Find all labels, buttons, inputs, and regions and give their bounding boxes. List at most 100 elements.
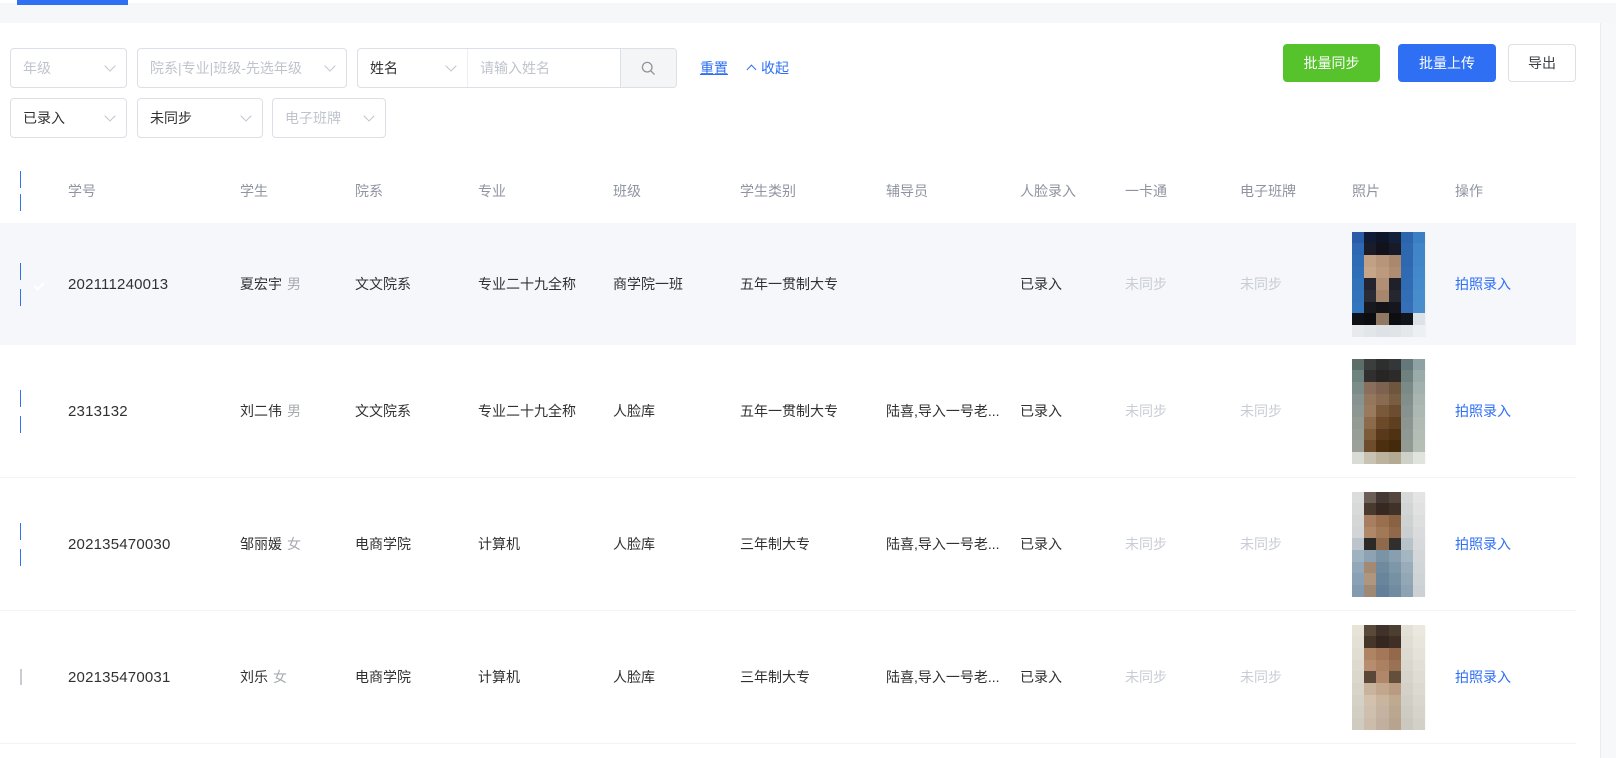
cell-counselor: 陆喜,导入一号老...	[886, 669, 1000, 685]
grade-select-placeholder: 年级	[23, 60, 51, 76]
cell-department: 文文院系	[355, 276, 411, 292]
table-row: 2313132 刘二伟男 文文院系 专业二十九全称 人脸库 五年一贯制大专 陆喜…	[0, 345, 1576, 478]
cell-face-status: 已录入	[1020, 536, 1062, 552]
table-body: 202111240013 夏宏宇男 文文院系 专业二十九全称 商学院一班 五年一…	[0, 223, 1576, 744]
cell-class: 人脸库	[613, 669, 655, 685]
select-all-checkbox[interactable]	[20, 171, 58, 211]
entry-status-value: 已录入	[23, 110, 65, 126]
reset-link[interactable]: 重置	[700, 58, 728, 78]
row-checkbox[interactable]	[20, 262, 58, 306]
chevron-down-icon	[104, 60, 116, 72]
student-name: 刘二伟	[240, 403, 282, 419]
batch-sync-button[interactable]: 批量同步	[1283, 44, 1380, 82]
column-header: 班级	[613, 183, 641, 199]
tab-bar-strip	[0, 3, 1616, 23]
column-header: 人脸录入	[1020, 183, 1076, 199]
name-field-select[interactable]: 姓名	[358, 49, 468, 87]
student-gender: 女	[287, 536, 301, 552]
student-gender: 男	[287, 276, 301, 292]
cell-student-type: 五年一贯制大专	[740, 276, 838, 292]
student-name: 邹丽媛	[240, 536, 282, 552]
cell-department: 电商学院	[355, 536, 411, 552]
column-header: 学生类别	[740, 183, 796, 199]
cell-face-status: 已录入	[1020, 669, 1062, 685]
cell-eclass-status: 未同步	[1240, 536, 1282, 552]
export-button[interactable]: 导出	[1508, 44, 1576, 82]
cell-student-type: 三年制大专	[740, 669, 810, 685]
collapse-link-label: 收起	[761, 60, 789, 76]
row-checkbox[interactable]	[20, 389, 58, 433]
cell-card-status: 未同步	[1125, 536, 1167, 552]
capture-photo-link[interactable]: 拍照录入	[1455, 669, 1511, 685]
cell-student: 刘乐女	[240, 667, 355, 687]
column-header: 照片	[1352, 183, 1380, 199]
cell-department: 文文院系	[355, 403, 411, 419]
batch-upload-button[interactable]: 批量上传	[1398, 44, 1496, 82]
sync-status-select[interactable]: 未同步	[137, 98, 263, 138]
column-header: 学生	[240, 183, 268, 199]
cell-class: 人脸库	[613, 403, 655, 419]
student-face-management-page: 年级 院系|专业|班级-先选年级 姓名 重置 收起 批量同步 批量上传 导出 已…	[0, 0, 1616, 758]
cell-student: 刘二伟男	[240, 401, 355, 421]
row-checkbox[interactable]	[20, 669, 22, 685]
student-name: 刘乐	[240, 669, 268, 685]
cell-card-status: 未同步	[1125, 276, 1167, 292]
chevron-down-icon	[363, 110, 375, 122]
cell-eclass-status: 未同步	[1240, 276, 1282, 292]
cell-major: 专业二十九全称	[478, 276, 576, 292]
filter-links: 重置 收起	[700, 48, 789, 88]
name-search-input[interactable]	[468, 49, 620, 87]
column-header: 学号	[68, 183, 96, 199]
active-tab-indicator	[17, 0, 128, 5]
table-row: 202135470031 刘乐女 电商学院 计算机 人脸库 三年制大专 陆喜,导…	[0, 611, 1576, 744]
table-row: 202111240013 夏宏宇男 文文院系 专业二十九全称 商学院一班 五年一…	[0, 223, 1576, 345]
search-button[interactable]	[620, 49, 676, 87]
department-cascade-select[interactable]: 院系|专业|班级-先选年级	[137, 48, 347, 88]
cell-counselor: 陆喜,导入一号老...	[886, 403, 1000, 419]
column-header: 院系	[355, 183, 383, 199]
chevron-down-icon	[104, 110, 116, 122]
grade-select[interactable]: 年级	[10, 48, 127, 88]
cell-student-id: 202135470030	[68, 535, 171, 553]
chevron-down-icon	[240, 110, 252, 122]
chevron-down-icon	[324, 60, 336, 72]
student-gender: 男	[287, 403, 301, 419]
cell-card-status: 未同步	[1125, 669, 1167, 685]
column-header: 专业	[478, 183, 506, 199]
student-photo[interactable]	[1352, 624, 1425, 730]
cell-face-status: 已录入	[1020, 403, 1062, 419]
column-header: 电子班牌	[1240, 183, 1296, 199]
cell-student: 邹丽媛女	[240, 534, 355, 554]
cell-department: 电商学院	[355, 669, 411, 685]
eclass-select[interactable]: 电子班牌	[272, 98, 386, 138]
cell-face-status: 已录入	[1020, 276, 1062, 292]
column-header: 操作	[1455, 183, 1483, 199]
cell-class: 人脸库	[613, 536, 655, 552]
chevron-down-icon	[445, 60, 457, 72]
collapse-link[interactable]: 收起	[746, 58, 789, 78]
column-header: 辅导员	[886, 183, 928, 199]
capture-photo-link[interactable]: 拍照录入	[1455, 536, 1511, 552]
column-header: 一卡通	[1125, 183, 1167, 199]
cell-student: 夏宏宇男	[240, 274, 355, 294]
cell-card-status: 未同步	[1125, 403, 1167, 419]
cell-student-id: 202111240013	[68, 275, 169, 293]
name-search-group: 姓名	[357, 48, 677, 88]
cell-major: 专业二十九全称	[478, 403, 576, 419]
capture-photo-link[interactable]: 拍照录入	[1455, 276, 1511, 292]
table-row: 202135470030 邹丽媛女 电商学院 计算机 人脸库 三年制大专 陆喜,…	[0, 478, 1576, 611]
cell-eclass-status: 未同步	[1240, 403, 1282, 419]
capture-photo-link[interactable]: 拍照录入	[1455, 403, 1511, 419]
cell-eclass-status: 未同步	[1240, 669, 1282, 685]
student-photo[interactable]	[1352, 491, 1425, 597]
student-name: 夏宏宇	[240, 276, 282, 292]
chevron-up-icon	[746, 64, 757, 75]
entry-status-select[interactable]: 已录入	[10, 98, 127, 138]
student-photo[interactable]	[1352, 358, 1425, 464]
cell-student-type: 三年制大专	[740, 536, 810, 552]
department-select-placeholder: 院系|专业|班级-先选年级	[150, 60, 302, 76]
student-photo[interactable]	[1352, 231, 1425, 337]
table-header: 学号 学生 院系 专业 班级 学生类别 辅导员 人脸录入 一卡通 电子班牌 照片 操作	[0, 170, 1576, 212]
cell-major: 计算机	[478, 536, 520, 552]
row-checkbox[interactable]	[20, 522, 58, 566]
